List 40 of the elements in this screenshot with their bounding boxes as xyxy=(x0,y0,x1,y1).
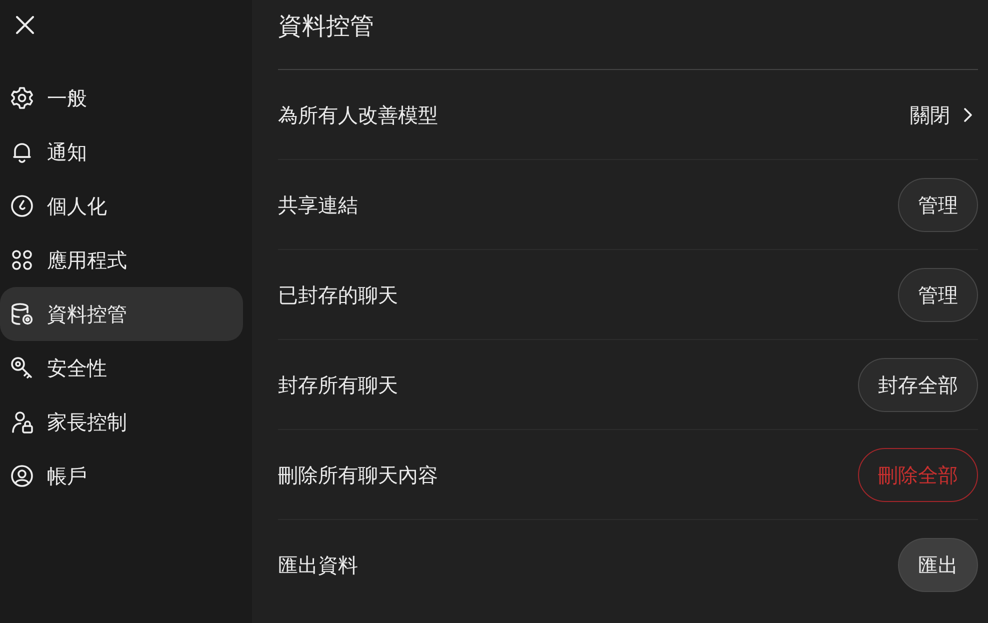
person-lock-icon xyxy=(10,410,34,434)
setting-label: 封存所有聊天 xyxy=(278,372,398,398)
sidebar-item-label: 個人化 xyxy=(47,193,107,219)
setting-label: 共享連結 xyxy=(278,192,358,218)
four-circles-icon xyxy=(10,248,34,272)
setting-label: 匯出資料 xyxy=(278,552,358,578)
sidebar-item[interactable]: 家長控制 xyxy=(0,395,243,449)
action-button[interactable]: 匯出 xyxy=(898,538,978,592)
sidebar-item-label: 資料控管 xyxy=(47,301,127,327)
sidebar-item[interactable]: 一般 xyxy=(0,71,243,125)
action-button[interactable]: 封存全部 xyxy=(858,358,978,412)
sidebar-item[interactable]: 應用程式 xyxy=(0,233,243,287)
chevron-right-icon xyxy=(964,108,972,122)
sidebar-item-label: 安全性 xyxy=(47,355,107,381)
bell-icon xyxy=(10,140,34,164)
sidebar-item[interactable]: 帳戶 xyxy=(0,449,243,503)
sidebar-item-label: 一般 xyxy=(47,85,87,111)
gear-icon xyxy=(10,86,34,110)
setting-label: 刪除所有聊天內容 xyxy=(278,462,438,488)
swirl-circle-icon xyxy=(10,194,34,218)
setting-label: 已封存的聊天 xyxy=(278,282,398,308)
sidebar-item-label: 帳戶 xyxy=(47,463,87,489)
sidebar-item-label: 家長控制 xyxy=(47,409,127,435)
setting-value-link[interactable]: 關閉 xyxy=(910,102,978,128)
sidebar-item-label: 應用程式 xyxy=(47,247,127,273)
close-icon xyxy=(16,16,34,34)
setting-label: 為所有人改善模型 xyxy=(278,102,438,128)
key-icon xyxy=(10,356,34,380)
page-title: 資料控管 xyxy=(278,11,374,42)
sidebar-item-label: 通知 xyxy=(47,139,87,165)
setting-value: 關閉 xyxy=(910,102,950,128)
user-circle-icon xyxy=(10,464,34,488)
sidebar-item[interactable]: 個人化 xyxy=(0,179,243,233)
close-button[interactable] xyxy=(15,15,35,35)
sidebar-item[interactable]: 資料控管 xyxy=(0,287,243,341)
database-gear-icon xyxy=(10,302,34,326)
action-button[interactable]: 管理 xyxy=(898,178,978,232)
action-button[interactable]: 管理 xyxy=(898,268,978,322)
sidebar-item[interactable]: 通知 xyxy=(0,125,243,179)
sidebar-item[interactable]: 安全性 xyxy=(0,341,243,395)
